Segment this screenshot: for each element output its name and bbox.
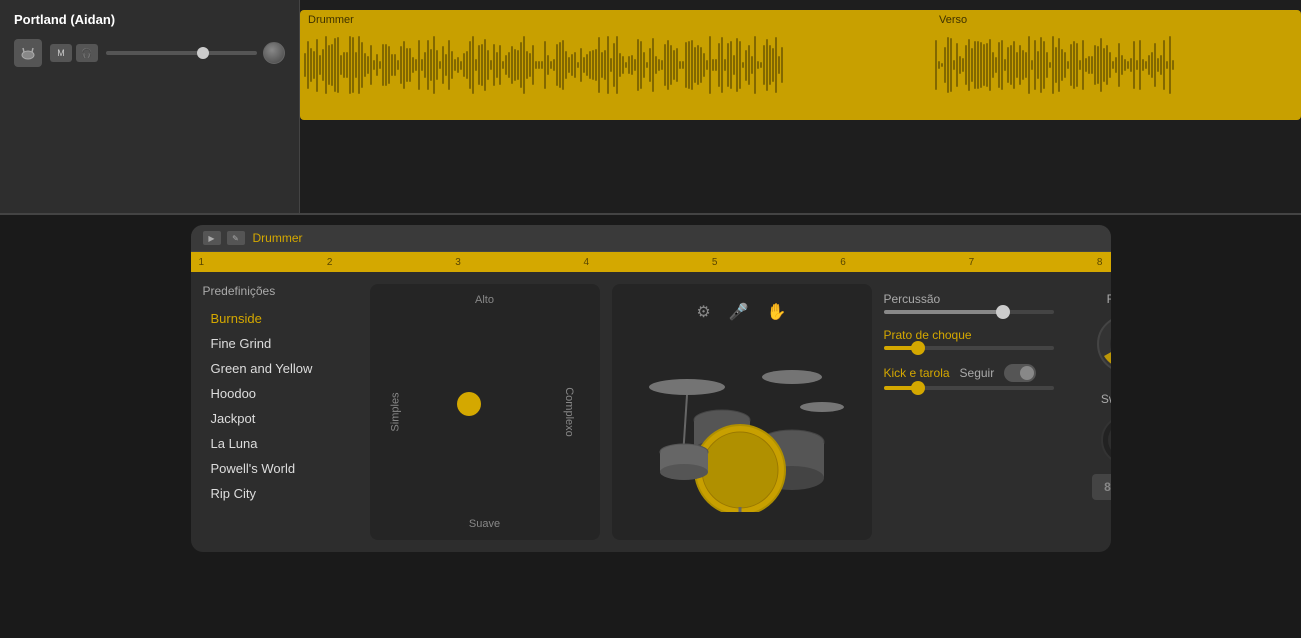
track-title: Portland (Aidan): [14, 12, 285, 27]
header-icons: ▶ ✎: [203, 231, 245, 245]
swing-section: Swing 🔒 8 16: [1066, 392, 1111, 500]
percussao-label: Percussão: [884, 292, 1054, 306]
drummer-content: Predefinições Burnside Fine Grind Green …: [191, 272, 1111, 552]
track-buttons: M 🎧: [50, 44, 98, 62]
drummer-icon-btn[interactable]: ▶: [203, 231, 221, 245]
region-verso-label: Verso: [939, 14, 967, 26]
controls-panel: Percussão Prato de choque: [884, 284, 1054, 540]
volume-slider[interactable]: [106, 51, 257, 55]
region-drummer-label: Drummer: [308, 14, 354, 26]
xy-label-suave: Suave: [469, 518, 500, 530]
fills-knob[interactable]: [1094, 312, 1111, 376]
drum-icons-row: ⚙ 🎤 ✋: [696, 302, 786, 322]
toggle-thumb: [1020, 366, 1034, 380]
xy-label-simples: Simples: [389, 392, 401, 431]
ruler-mark-2: 2: [327, 257, 333, 268]
volume-thumb: [197, 47, 209, 59]
prato-slider[interactable]: [884, 346, 1054, 350]
ruler-marks: 1 2 3 4 5 6 7 8: [199, 257, 1103, 268]
swing-label-row: Swing 🔒: [1066, 392, 1111, 406]
preset-burnside[interactable]: Burnside: [203, 306, 358, 331]
seguir-toggle[interactable]: [1004, 364, 1036, 382]
mic-icon[interactable]: 🎤: [729, 302, 749, 322]
drummer-edit-btn[interactable]: ✎: [227, 231, 245, 245]
kick-slider[interactable]: [884, 386, 1054, 390]
volume-slider-container: [106, 42, 285, 64]
preset-jackpot[interactable]: Jackpot: [203, 406, 358, 431]
drummer-icon: [14, 39, 42, 67]
preset-hoodoo[interactable]: Hoodoo: [203, 381, 358, 406]
ruler-mark-4: 4: [584, 257, 590, 268]
prato-control: Prato de choque: [884, 328, 1054, 350]
preset-powellsworld[interactable]: Powell's World: [203, 456, 358, 481]
beat-buttons: 8 16: [1092, 474, 1111, 500]
presets-panel: Predefinições Burnside Fine Grind Green …: [203, 284, 358, 540]
ruler-mark-5: 5: [712, 257, 718, 268]
pan-knob[interactable]: [263, 42, 285, 64]
swing-knob[interactable]: [1098, 412, 1111, 468]
hand-icon[interactable]: ✋: [767, 302, 787, 322]
fills-label: Fills: [1107, 292, 1111, 306]
drummer-editor-title: Drummer: [253, 231, 303, 245]
fills-section: Fills 🔒: [1066, 292, 1111, 376]
fills-label-row: Fills 🔒: [1066, 292, 1111, 306]
waveform-verso: [931, 10, 1301, 120]
region-verso[interactable]: Verso: [931, 10, 1301, 120]
drummer-editor: ▶ ✎ Drummer 1 2 3 4 5 6 7 8 Predefiniçõe…: [191, 225, 1111, 552]
drummer-ruler: 1 2 3 4 5 6 7 8: [191, 252, 1111, 272]
track-header: Portland (Aidan) M 🎧: [0, 0, 300, 213]
xy-dot[interactable]: [457, 392, 481, 416]
preset-laluna[interactable]: La Luna: [203, 431, 358, 456]
drum-kit-panel: ⚙ 🎤 ✋: [612, 284, 872, 540]
prato-label: Prato de choque: [884, 328, 1054, 342]
drum-kit-svg: [632, 312, 852, 512]
ruler-mark-1: 1: [199, 257, 205, 268]
hihat-icon[interactable]: ⚙: [696, 302, 710, 322]
track-timeline: Drummer Verso: [300, 0, 1301, 213]
bottom-section: ▶ ✎ Drummer 1 2 3 4 5 6 7 8 Predefiniçõe…: [0, 215, 1301, 638]
headphone-button[interactable]: 🎧: [76, 44, 98, 62]
mute-button[interactable]: M: [50, 44, 72, 62]
kick-row: Kick e tarola Seguir: [884, 364, 1054, 382]
preset-finegrind[interactable]: Fine Grind: [203, 331, 358, 356]
ruler-mark-7: 7: [969, 257, 975, 268]
seguir-label: Seguir: [960, 366, 995, 380]
top-section: Portland (Aidan) M 🎧: [0, 0, 1301, 215]
ruler-mark-8: 8: [1097, 257, 1103, 268]
beat-8-button[interactable]: 8: [1092, 474, 1111, 500]
preset-ripcity[interactable]: Rip City: [203, 481, 358, 506]
ruler-mark-3: 3: [455, 257, 461, 268]
ruler-mark-6: 6: [840, 257, 846, 268]
percussao-slider[interactable]: [884, 310, 1054, 314]
preset-greenandyellow[interactable]: Green and Yellow: [203, 356, 358, 381]
drummer-editor-header: ▶ ✎ Drummer: [191, 225, 1111, 252]
kick-label: Kick e tarola: [884, 366, 950, 380]
xy-label-alto: Alto: [475, 294, 494, 306]
presets-title: Predefinições: [203, 284, 358, 298]
xy-label-complexo: Complexo: [563, 387, 575, 437]
kick-control: Kick e tarola Seguir: [884, 364, 1054, 390]
xy-pad[interactable]: Alto Suave Simples Complexo: [370, 284, 600, 540]
percussao-control: Percussão: [884, 292, 1054, 314]
right-panel: Fills 🔒 Swing: [1066, 284, 1111, 540]
swing-label: Swing: [1101, 392, 1111, 406]
track-controls: M 🎧: [14, 39, 285, 67]
